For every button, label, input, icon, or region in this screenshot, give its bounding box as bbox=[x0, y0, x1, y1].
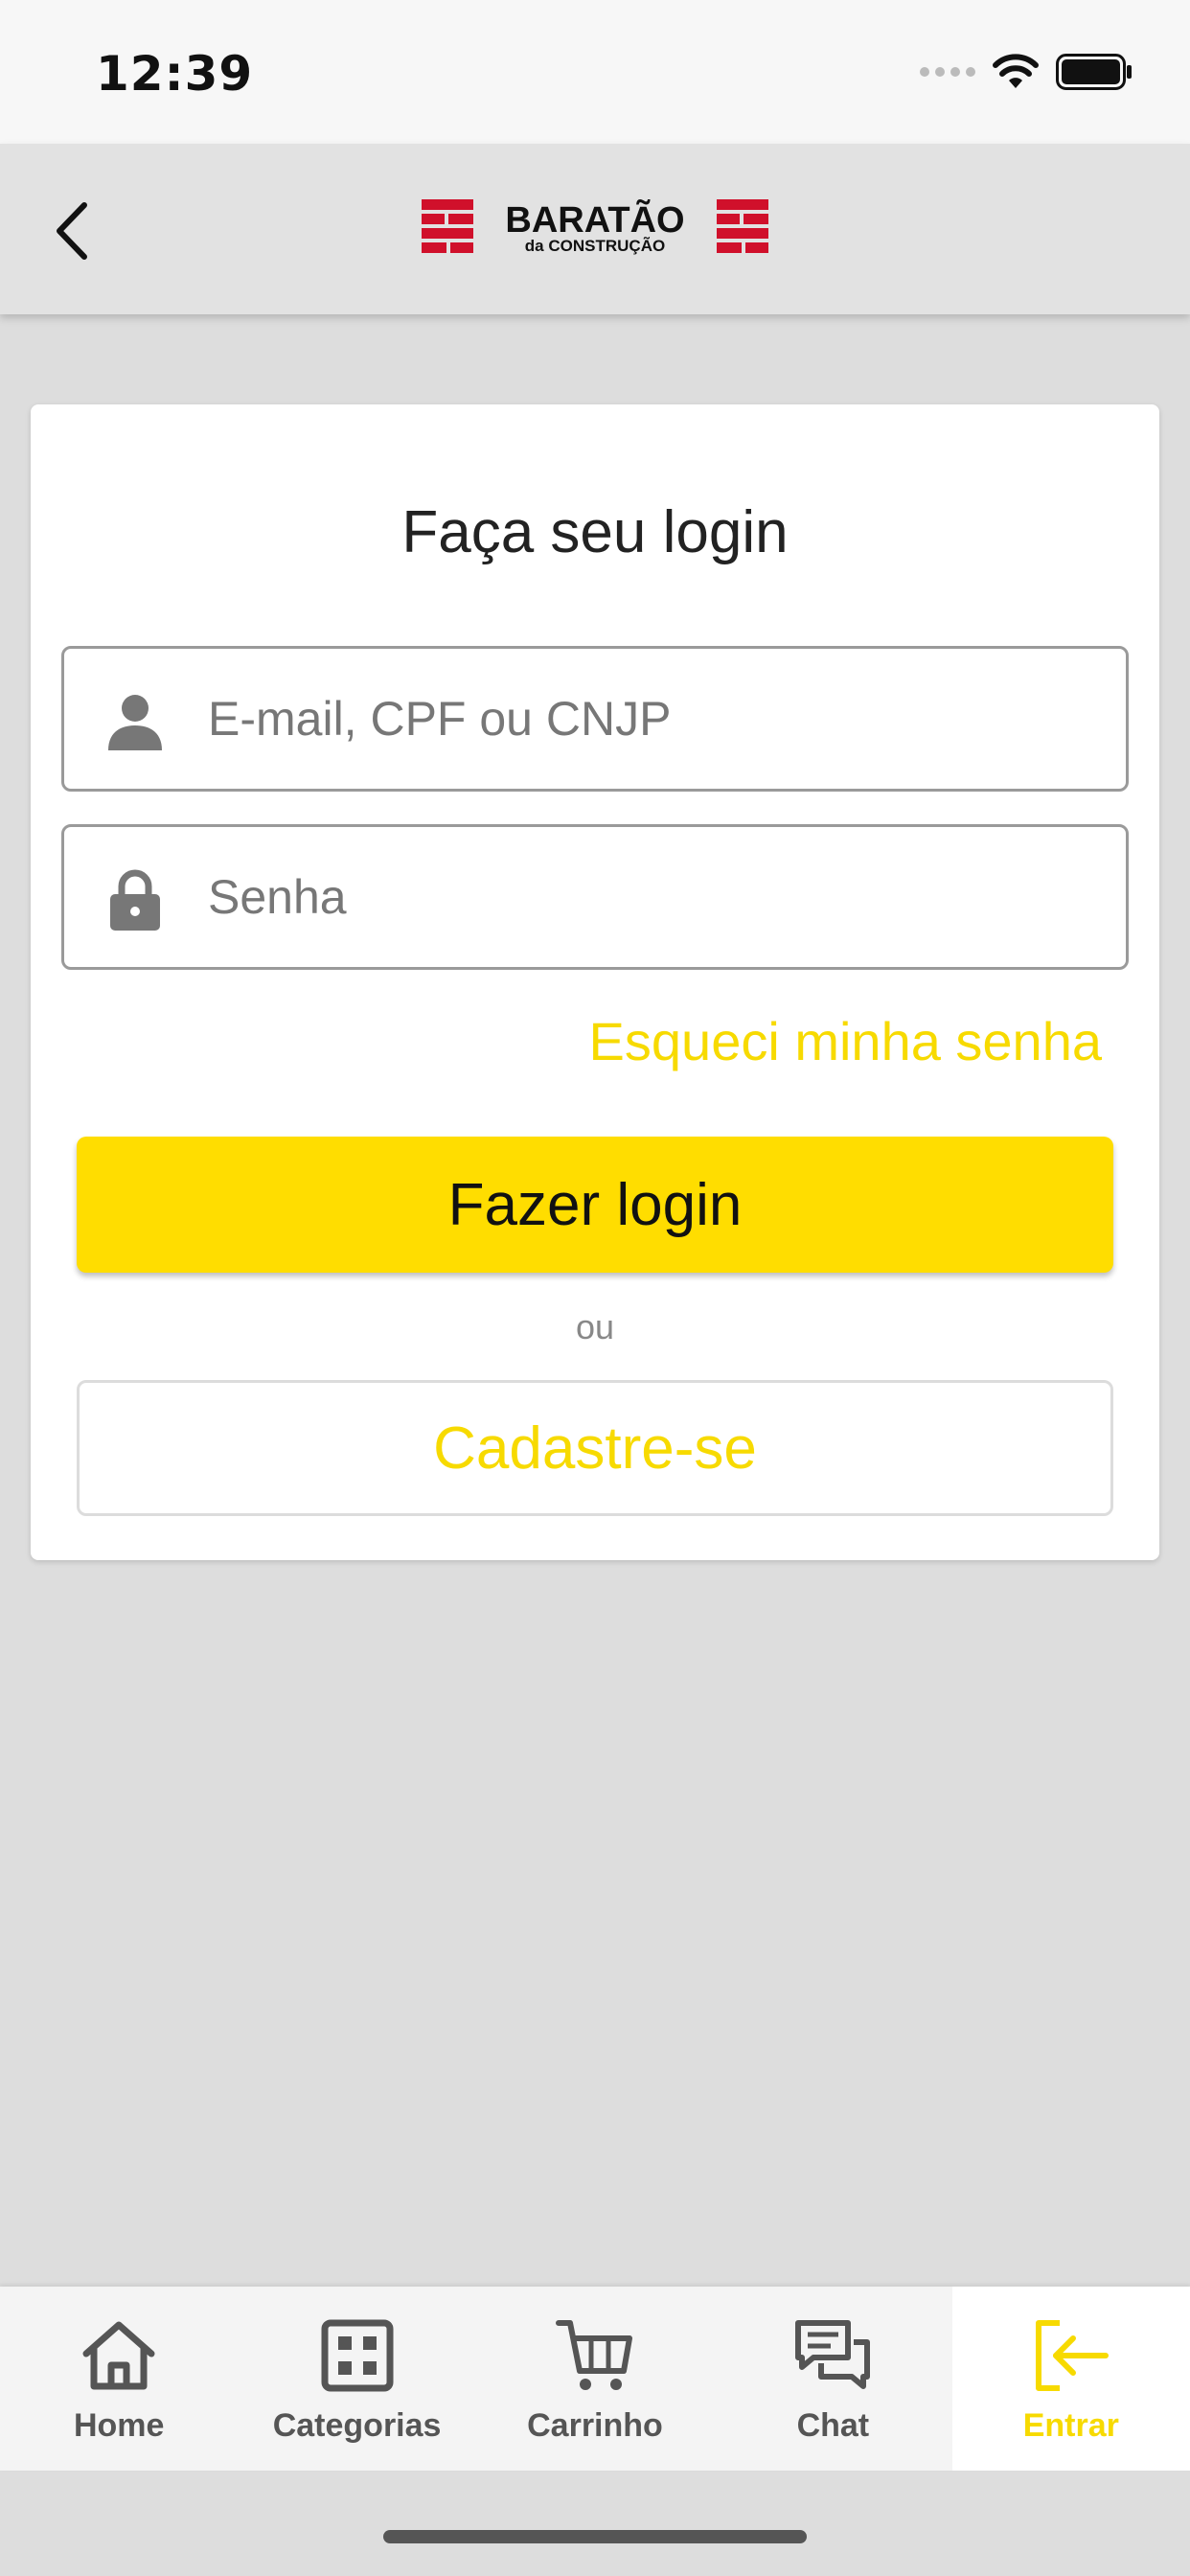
logo-brick-right-icon bbox=[717, 199, 768, 253]
status-time: 12:39 bbox=[96, 46, 254, 102]
page-title: Faça seu login bbox=[401, 499, 789, 565]
login-card: Faça seu login Esqueci minha senha Fazer… bbox=[31, 404, 1159, 1560]
signal-icon bbox=[920, 67, 975, 77]
lock-icon bbox=[110, 869, 160, 931]
nav-item-chat[interactable]: Chat bbox=[714, 2287, 951, 2471]
home-indicator[interactable] bbox=[383, 2530, 807, 2543]
back-button[interactable] bbox=[42, 197, 109, 264]
bottom-nav: Home Categorias Carrinho Chat Entrar bbox=[0, 2287, 1190, 2471]
battery-icon bbox=[1056, 54, 1132, 90]
login-icon bbox=[1035, 2320, 1109, 2391]
user-icon bbox=[108, 695, 162, 750]
email-input[interactable] bbox=[208, 649, 1089, 789]
nav-label: Home bbox=[73, 2407, 165, 2444]
chat-icon bbox=[795, 2320, 871, 2389]
nav-item-categorias[interactable]: Categorias bbox=[238, 2287, 475, 2471]
status-icons bbox=[920, 54, 1133, 90]
email-field[interactable] bbox=[61, 646, 1129, 792]
grid-icon bbox=[321, 2319, 394, 2392]
nav-label: Carrinho bbox=[527, 2407, 663, 2444]
cart-icon bbox=[555, 2320, 632, 2390]
password-input[interactable] bbox=[208, 827, 1089, 967]
app-header: BARATÃO da CONSTRUÇÃO bbox=[0, 144, 1190, 314]
svg-text:da CONSTRUÇÃO: da CONSTRUÇÃO bbox=[525, 236, 665, 255]
logo-brick-left-icon bbox=[422, 199, 473, 253]
status-bar: 12:39 bbox=[0, 0, 1190, 144]
signup-button[interactable]: Cadastre-se bbox=[77, 1380, 1113, 1516]
forgot-password-link[interactable]: Esqueci minha senha bbox=[589, 1010, 1102, 1072]
nav-item-carrinho[interactable]: Carrinho bbox=[476, 2287, 714, 2471]
wifi-icon bbox=[993, 54, 1039, 88]
home-icon bbox=[82, 2321, 155, 2390]
brand-logo: BARATÃO da CONSTRUÇÃO bbox=[422, 198, 768, 255]
nav-item-home[interactable]: Home bbox=[0, 2287, 238, 2471]
login-button[interactable]: Fazer login bbox=[77, 1137, 1113, 1273]
nav-label: Categorias bbox=[272, 2407, 442, 2444]
nav-item-entrar[interactable]: Entrar bbox=[951, 2287, 1190, 2471]
password-field[interactable] bbox=[61, 824, 1129, 970]
svg-text:BARATÃO: BARATÃO bbox=[505, 198, 684, 241]
or-divider-label: ou bbox=[575, 1307, 615, 1346]
nav-label: Chat bbox=[796, 2407, 870, 2444]
nav-label: Entrar bbox=[1022, 2407, 1119, 2444]
